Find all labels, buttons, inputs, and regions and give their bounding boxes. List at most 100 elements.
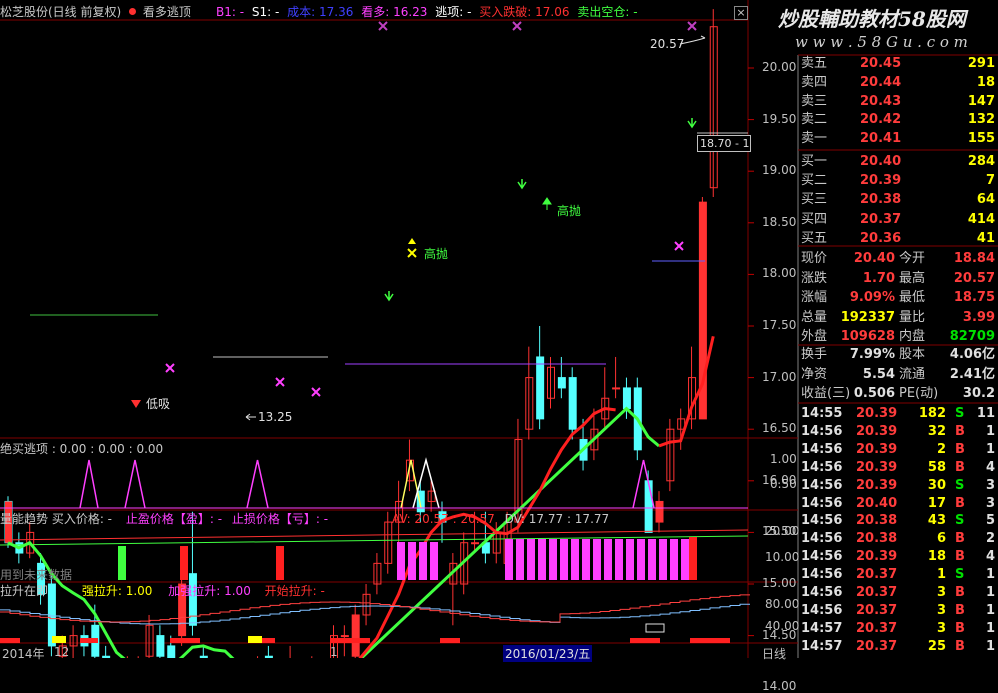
tick-row[interactable]: 14:56 20.38 6 B 2 xyxy=(800,530,998,548)
price-axis-label: 16.50 xyxy=(762,421,797,436)
cross-marker-icon xyxy=(512,21,522,31)
close-glyph: × xyxy=(736,6,746,19)
ask-label: 卖一 xyxy=(801,131,828,147)
tick-count: 1 xyxy=(985,585,995,600)
panel3-header: 量能趋势 买入价格: - 止盈价格【盈】: - 止损价格【亏】: - AV: 2… xyxy=(0,512,609,526)
tick-row[interactable]: 14:57 20.37 3 B 1 xyxy=(800,620,998,638)
stop-loss-value: 止损价格【亏】: - xyxy=(231,512,329,526)
ask-label: 卖五 xyxy=(801,56,828,71)
tick-count: 11 xyxy=(976,406,995,421)
candle-body xyxy=(536,356,545,420)
volume-bar-magenta xyxy=(615,539,623,580)
watermark-url: w w w . 5 8 G u . c o m xyxy=(795,33,968,51)
tick-price: 20.37 xyxy=(856,602,898,618)
ask-row[interactable]: 卖五 20.45 291 xyxy=(800,55,998,73)
tick-count: 1 xyxy=(985,602,995,618)
ask-row[interactable]: 卖一 20.41 155 xyxy=(800,130,998,148)
volume-trend-line-green xyxy=(0,535,749,546)
bid-row[interactable]: 买三 20.38 64 xyxy=(800,191,998,209)
stat2-value: 5.54 xyxy=(862,366,895,382)
volume-bar-red xyxy=(180,546,188,580)
bid-label: 买三 xyxy=(801,192,828,208)
tick-side: B xyxy=(955,602,965,618)
stat-row[interactable]: 总量 192337 量比 3.99 xyxy=(800,309,998,327)
stat-label-2: 今开 xyxy=(899,251,926,266)
ask-label: 卖四 xyxy=(801,74,828,90)
panel3-title[interactable]: 量能趋势 买入价格: - xyxy=(0,512,112,526)
volume-bar-magenta xyxy=(648,539,656,580)
stat-label: 涨跌 xyxy=(801,270,828,286)
crosshair-price-label: 18.70 - 1 xyxy=(697,135,751,152)
price-axis-label: 14.00 xyxy=(762,679,797,693)
tick-time: 14:56 xyxy=(801,495,843,511)
tick-count: 2 xyxy=(985,531,995,547)
tick-row[interactable]: 14:56 20.39 58 B 4 xyxy=(800,459,998,477)
tick-volume: 18 xyxy=(927,549,946,565)
ask-volume: 18 xyxy=(976,74,995,90)
bid-row[interactable]: 买四 20.37 414 xyxy=(800,211,998,229)
stat-value-2: 18.84 xyxy=(953,251,995,266)
close-icon[interactable]: × xyxy=(734,6,748,20)
tick-row[interactable]: 14:56 20.39 30 S 3 xyxy=(800,477,998,495)
bid-row[interactable]: 买一 20.40 284 xyxy=(800,153,998,171)
bid-volume: 414 xyxy=(967,211,995,227)
panel4-title[interactable]: 拉升在即 xyxy=(0,584,48,598)
stat-value-2: 18.75 xyxy=(953,290,995,306)
tick-row[interactable]: 14:56 20.40 17 B 3 xyxy=(800,495,998,513)
volume-bar-magenta xyxy=(593,539,601,580)
tick-time: 14:56 xyxy=(801,567,843,583)
stat-row[interactable]: 涨跌 1.70 最高 20.57 xyxy=(800,270,998,288)
time-axis-month-1: 1 xyxy=(330,645,338,659)
signal-triangle xyxy=(79,459,99,509)
stat2-value-2: 2.41亿 xyxy=(949,366,995,382)
stat-row[interactable]: 外盘 109628 内盘 82709 xyxy=(800,328,998,346)
rise-bar-yellow xyxy=(248,636,262,643)
ask-row[interactable]: 卖四 20.44 18 xyxy=(800,74,998,92)
tick-price: 20.38 xyxy=(856,531,898,547)
tick-row[interactable]: 14:56 20.37 1 S 1 xyxy=(800,566,998,584)
price-axis-label: 18.00 xyxy=(762,266,797,281)
volume-bar-magenta xyxy=(549,539,557,580)
volume-bar-magenta xyxy=(571,539,579,580)
bid-price: 20.40 xyxy=(860,154,902,169)
tick-price: 20.37 xyxy=(856,585,898,600)
stat-row[interactable]: 现价 20.40 今开 18.84 xyxy=(800,250,998,268)
stat2-row[interactable]: 换手 7.99% 股本 4.06亿 xyxy=(800,346,998,364)
tick-time: 14:56 xyxy=(801,441,843,457)
tick-row[interactable]: 14:56 20.37 3 B 1 xyxy=(800,584,998,602)
stat-row[interactable]: 涨幅 9.09% 最低 18.75 xyxy=(800,289,998,307)
cross-marker-icon xyxy=(687,21,697,31)
bid-row[interactable]: 买二 20.39 7 xyxy=(800,172,998,190)
tick-row[interactable]: 14:56 20.37 3 B 1 xyxy=(800,602,998,620)
stat2-row[interactable]: 收益(三) 0.506 PE(动) 30.2 xyxy=(800,385,998,403)
stat2-row[interactable]: 净资 5.54 流通 2.41亿 xyxy=(800,366,998,384)
volume-bar-magenta xyxy=(582,539,590,580)
up-arrow-icon xyxy=(542,197,552,210)
panel2-title[interactable]: 绝买逃项 : 0.00 : 0.00 : 0.00 xyxy=(0,440,163,457)
signal-name[interactable]: 看多逃顶 xyxy=(143,5,191,19)
tick-row[interactable]: 14:56 20.39 32 B 1 xyxy=(800,423,998,441)
stat2-value-2: 4.06亿 xyxy=(949,347,995,362)
bid-price: 20.37 xyxy=(860,211,902,227)
ask-row[interactable]: 卖二 20.42 132 xyxy=(800,111,998,129)
rise-box xyxy=(645,623,665,633)
stat-value: 20.40 xyxy=(853,251,895,266)
start-rise-value: 开始拉升: - xyxy=(264,584,325,598)
tick-count: 5 xyxy=(985,513,995,529)
period-label[interactable]: 日线 xyxy=(762,645,786,662)
tick-row[interactable]: 14:56 20.39 18 B 4 xyxy=(800,548,998,566)
dv-value: DV: 17.77 : 17.77 xyxy=(504,512,610,526)
ask-row[interactable]: 卖三 20.43 147 xyxy=(800,93,998,111)
tick-count: 4 xyxy=(985,549,995,565)
tick-row[interactable]: 14:56 20.39 2 B 1 xyxy=(800,441,998,459)
bid-row[interactable]: 买五 20.36 41 xyxy=(800,230,998,248)
tick-row[interactable]: 14:56 20.38 43 S 5 xyxy=(800,512,998,530)
tick-time: 14:56 xyxy=(801,549,843,565)
volume-bar-magenta xyxy=(538,539,546,580)
tick-volume: 30 xyxy=(927,477,946,493)
tick-price: 20.39 xyxy=(856,423,898,439)
tick-row[interactable]: 14:57 20.37 25 B 1 xyxy=(800,638,998,656)
stock-title[interactable]: 松芝股份(日线 前复权) xyxy=(0,5,121,19)
tick-side: B xyxy=(955,423,965,439)
tick-row[interactable]: 14:55 20.39 182 S 11 xyxy=(800,405,998,423)
